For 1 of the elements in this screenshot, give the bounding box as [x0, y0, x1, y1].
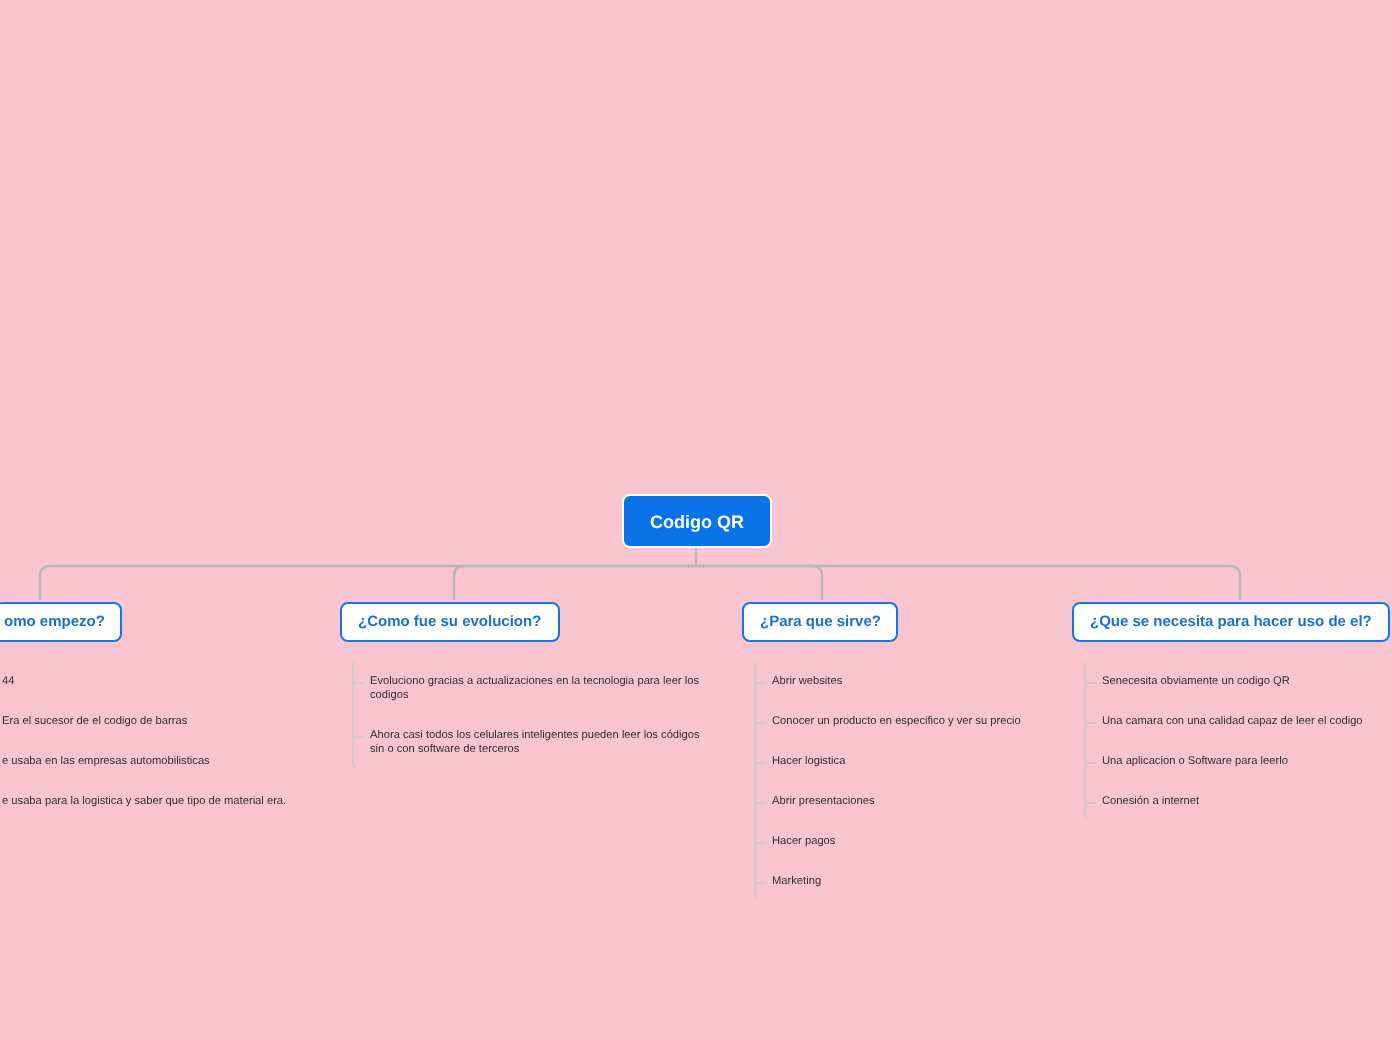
root-topic[interactable]: Codigo QR [622, 494, 772, 548]
